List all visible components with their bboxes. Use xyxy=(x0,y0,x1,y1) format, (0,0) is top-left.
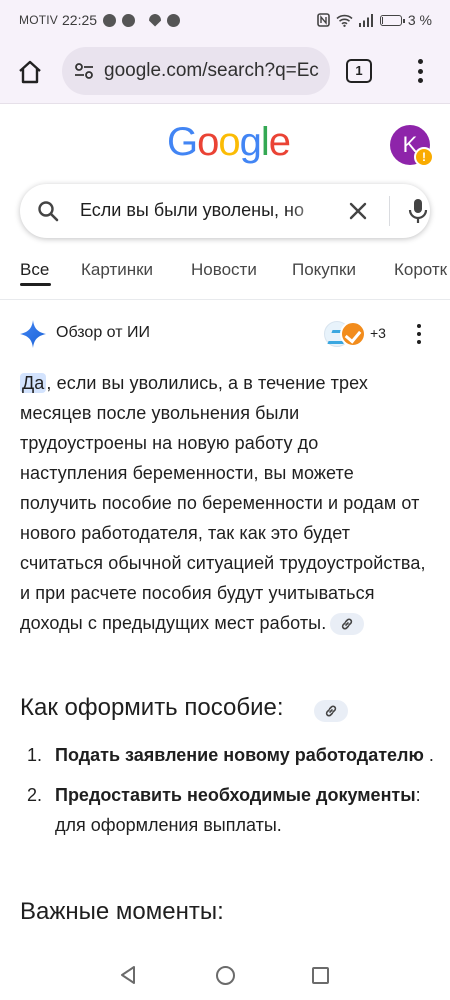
home-button[interactable] xyxy=(0,40,60,104)
google-logo[interactable]: Google xyxy=(167,120,291,165)
site-settings-icon[interactable] xyxy=(74,62,94,80)
tab-images[interactable]: Картинки xyxy=(81,260,153,280)
browser-menu-button[interactable] xyxy=(408,56,432,86)
search-divider xyxy=(389,196,390,226)
section-heading-important: Важные моменты: xyxy=(20,898,224,925)
messenger-icon xyxy=(122,13,136,27)
search-icon[interactable] xyxy=(36,199,60,223)
logo-letter: g xyxy=(239,120,262,164)
logo-letter: G xyxy=(167,120,198,164)
status-right: 3 % xyxy=(317,12,432,28)
home-nav-icon[interactable] xyxy=(216,966,235,985)
search-text-fade xyxy=(288,194,332,228)
microphone-icon[interactable] xyxy=(406,198,430,224)
citation-link-chip[interactable] xyxy=(314,700,348,722)
step-title: Подать заявление новому работодателю xyxy=(55,745,424,765)
step-title: Предоставить необходимые документы xyxy=(55,785,416,805)
ai-answer-text: Да, если вы уволились, а в течение трех … xyxy=(20,368,430,638)
clock: 22:25 xyxy=(62,12,98,28)
notification-icon xyxy=(103,13,117,27)
wifi-icon xyxy=(336,14,353,27)
system-navigation-bar xyxy=(0,950,450,1000)
section-heading-how: Как оформить пособие: xyxy=(20,694,284,721)
list-item: 1. Подать заявление новому работодателю . xyxy=(20,740,440,770)
battery-level: 3 % xyxy=(407,12,432,28)
signal-icon xyxy=(358,13,373,27)
gemini-spark-icon xyxy=(20,320,46,348)
vpn-shield-icon xyxy=(149,13,162,27)
tab-news[interactable]: Новости xyxy=(191,260,257,280)
battery-icon xyxy=(379,14,405,26)
nfc-icon xyxy=(317,13,330,27)
answer-body: , если вы уволились, а в течение трех ме… xyxy=(20,373,426,633)
ai-overview-header: Обзор от ИИ +3 xyxy=(20,318,440,350)
ai-overview-menu-button[interactable] xyxy=(416,324,422,344)
recent-apps-icon[interactable] xyxy=(312,967,329,984)
step-number: 1. xyxy=(27,745,43,765)
back-icon[interactable] xyxy=(120,966,136,984)
steps-list: 1. Подать заявление новому работодателю .… xyxy=(20,740,440,850)
step-detail: . xyxy=(423,745,434,765)
source-favicon xyxy=(340,321,366,347)
tab-shopping[interactable]: Покупки xyxy=(292,260,356,280)
logo-letter: e xyxy=(268,120,291,164)
link-icon xyxy=(342,618,353,630)
home-icon xyxy=(19,60,41,83)
clear-icon[interactable] xyxy=(346,199,370,223)
tab-all[interactable]: Все xyxy=(20,260,49,280)
carrier-name: MOTIV xyxy=(19,13,58,27)
step-number: 2. xyxy=(27,785,43,805)
status-left: MOTIV 22:25 xyxy=(19,12,181,28)
tab-switcher-button[interactable]: 1 xyxy=(346,59,372,83)
browser-toolbar: google.com/search?q=Ес 1 xyxy=(0,40,450,104)
answer-highlight: Да xyxy=(20,373,47,393)
logo-letter: o xyxy=(218,120,240,164)
source-favicons[interactable] xyxy=(324,321,370,347)
active-tab-indicator xyxy=(20,283,51,286)
app-notification-icon xyxy=(167,13,181,27)
logo-letter: l xyxy=(260,120,270,164)
tab-shorts[interactable]: Коротк xyxy=(394,260,447,280)
search-box[interactable]: Если вы были уволены, но xyxy=(20,184,430,238)
ai-overview-title: Обзор от ИИ xyxy=(56,324,150,341)
address-bar[interactable]: google.com/search?q=Ес xyxy=(62,47,330,95)
more-sources-count[interactable]: +3 xyxy=(370,325,386,341)
search-tabs: Все Картинки Новости Покупки Коротк xyxy=(0,248,450,300)
url-text: google.com/search?q=Ес xyxy=(104,60,319,81)
citation-link-chip[interactable] xyxy=(330,613,365,636)
logo-letter: o xyxy=(197,120,219,164)
account-alert-badge: ! xyxy=(414,147,434,167)
status-bar: MOTIV 22:25 3 % xyxy=(0,0,450,40)
list-item: 2. Предоставить необходимые документы: дл… xyxy=(20,780,440,840)
link-icon xyxy=(325,705,337,717)
